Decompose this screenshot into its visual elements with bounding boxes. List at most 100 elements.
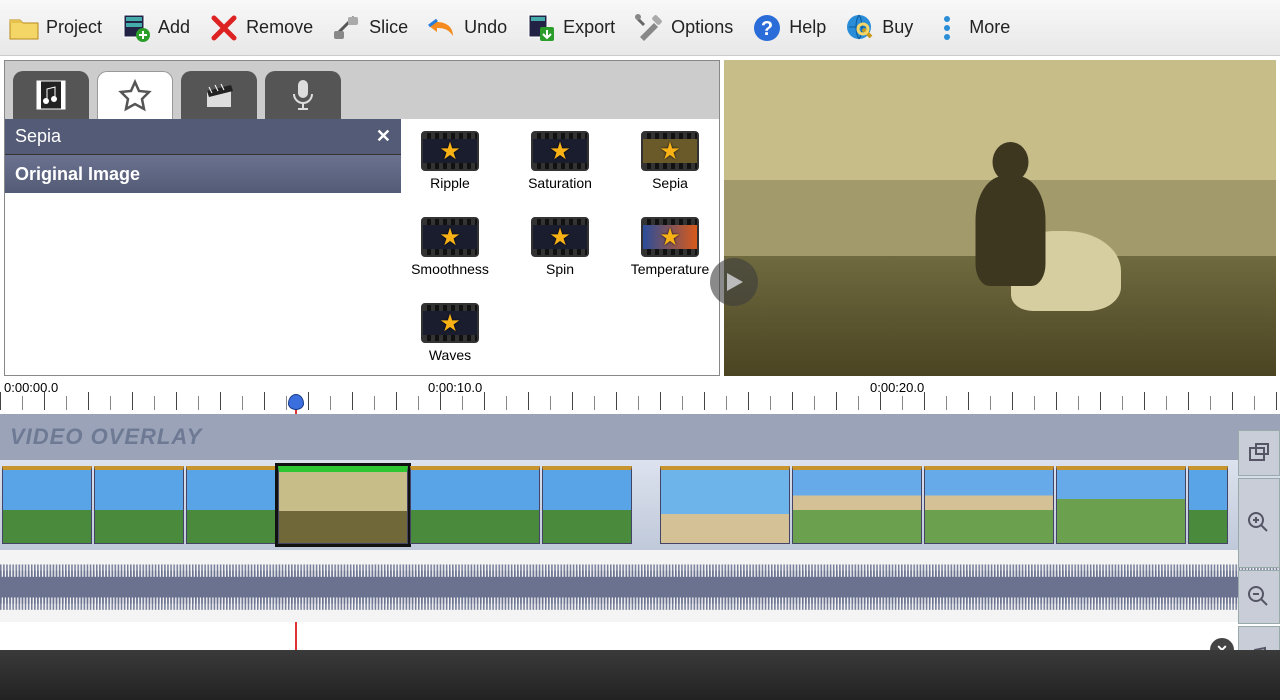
clip[interactable] (660, 466, 790, 544)
options-label: Options (671, 17, 733, 38)
effect-ripple[interactable]: ★ Ripple (411, 131, 489, 191)
export-label: Export (563, 17, 615, 38)
clip[interactable] (2, 466, 92, 544)
timeline: 0:00:00.0 0:00:10.0 0:00:20.0 VIDEO OVER… (0, 378, 1280, 622)
remove-label: Remove (246, 17, 313, 38)
clip[interactable] (410, 466, 540, 544)
effect-sepia[interactable]: ★ Sepia (631, 131, 709, 191)
effect-spin[interactable]: ★ Spin (521, 217, 599, 277)
export-button[interactable]: Export (525, 12, 615, 44)
clapper-icon (201, 77, 237, 113)
effect-smoothness[interactable]: ★ Smoothness (411, 217, 489, 277)
effect-saturation[interactable]: ★ Saturation (521, 131, 599, 191)
undo-button[interactable]: Undo (426, 12, 507, 44)
slice-button[interactable]: Slice (331, 12, 408, 44)
overlay-track-label: VIDEO OVERLAY (10, 424, 202, 450)
preview-frame (724, 60, 1276, 376)
export-icon (525, 12, 557, 44)
panel-tabs (5, 61, 719, 119)
undo-icon (426, 12, 458, 44)
undo-label: Undo (464, 17, 507, 38)
tab-clapper[interactable] (181, 71, 257, 119)
effect-label: Waves (429, 347, 471, 363)
add-label: Add (158, 17, 190, 38)
effect-settings: Sepia ✕ Original Image (5, 119, 401, 375)
buy-button[interactable]: Buy (844, 12, 913, 44)
star-icon: ★ (439, 137, 461, 166)
help-icon: ? (751, 12, 783, 44)
more-label: More (969, 17, 1010, 38)
tab-effects[interactable] (97, 71, 173, 119)
effect-label: Ripple (430, 175, 470, 191)
more-dots-icon (931, 12, 963, 44)
effect-label: Saturation (528, 175, 592, 191)
help-label: Help (789, 17, 826, 38)
effect-label: Smoothness (411, 261, 489, 277)
effect-label: Temperature (631, 261, 710, 277)
main-toolbar: Project Add Remove Slice Undo Export O (0, 0, 1280, 56)
bottom-bar (0, 650, 1280, 700)
video-preview[interactable] (724, 60, 1276, 376)
close-effect-button[interactable]: ✕ (376, 126, 391, 147)
star-icon: ★ (659, 137, 681, 166)
zoom-in-icon (1247, 511, 1271, 535)
clip-selected[interactable] (278, 466, 408, 544)
folder-icon (8, 12, 40, 44)
clip[interactable] (186, 466, 276, 544)
timeline-tools (1238, 430, 1280, 686)
original-image-label: Original Image (15, 164, 140, 185)
video-overlay-track[interactable]: VIDEO OVERLAY (0, 414, 1280, 460)
options-button[interactable]: Options (633, 12, 733, 44)
star-icon: ★ (439, 309, 461, 338)
effect-label: Sepia (652, 175, 688, 191)
buy-label: Buy (882, 17, 913, 38)
effect-title-bar: Sepia ✕ (5, 119, 401, 155)
effects-content: Sepia ✕ Original Image ★ Ripple ★ Satura… (5, 119, 719, 375)
remove-button[interactable]: Remove (208, 12, 313, 44)
zoom-out-icon (1247, 585, 1271, 609)
clip[interactable] (1056, 466, 1186, 544)
star-icon: ★ (659, 223, 681, 252)
overlay-icon (1248, 442, 1270, 464)
buy-globe-icon (844, 12, 876, 44)
tab-microphone[interactable] (265, 71, 341, 119)
filmstrip-music-icon (33, 77, 69, 113)
effect-waves[interactable]: ★ Waves (411, 303, 489, 363)
play-button[interactable] (710, 258, 758, 306)
zoom-out-button[interactable] (1238, 570, 1280, 624)
original-image-row[interactable]: Original Image (5, 155, 401, 193)
zoom-in-button[interactable] (1238, 478, 1280, 568)
effect-label: Spin (546, 261, 574, 277)
star-icon: ★ (549, 223, 571, 252)
project-button[interactable]: Project (8, 12, 102, 44)
slice-label: Slice (369, 17, 408, 38)
clip[interactable] (792, 466, 922, 544)
audio-track[interactable] (0, 550, 1280, 622)
add-button[interactable]: Add (120, 12, 190, 44)
clip[interactable] (924, 466, 1054, 544)
remove-x-icon (208, 12, 240, 44)
star-icon: ★ (549, 137, 571, 166)
timeline-ruler[interactable]: 0:00:00.0 0:00:10.0 0:00:20.0 (0, 378, 1280, 414)
slice-icon (331, 12, 363, 44)
star-icon: ★ (439, 223, 461, 252)
clip[interactable] (1188, 466, 1228, 544)
help-button[interactable]: ? Help (751, 12, 826, 44)
tab-media[interactable] (13, 71, 89, 119)
options-icon (633, 12, 665, 44)
clip[interactable] (542, 466, 632, 544)
more-button[interactable]: More (931, 12, 1010, 44)
effects-grid: ★ Ripple ★ Saturation ★ Sepia ★ Smoothne… (401, 119, 719, 375)
project-label: Project (46, 17, 102, 38)
video-track[interactable] (0, 460, 1280, 550)
play-icon (723, 271, 745, 293)
clip[interactable] (94, 466, 184, 544)
selected-effect-name: Sepia (15, 126, 61, 147)
star-icon (117, 78, 153, 114)
playhead-handle-icon (288, 394, 304, 410)
add-media-icon (120, 12, 152, 44)
effect-temperature[interactable]: ★ Temperature (631, 217, 709, 277)
effects-panel: Sepia ✕ Original Image ★ Ripple ★ Satura… (4, 60, 720, 376)
overlay-tool-button[interactable] (1238, 430, 1280, 476)
microphone-icon (288, 76, 318, 114)
